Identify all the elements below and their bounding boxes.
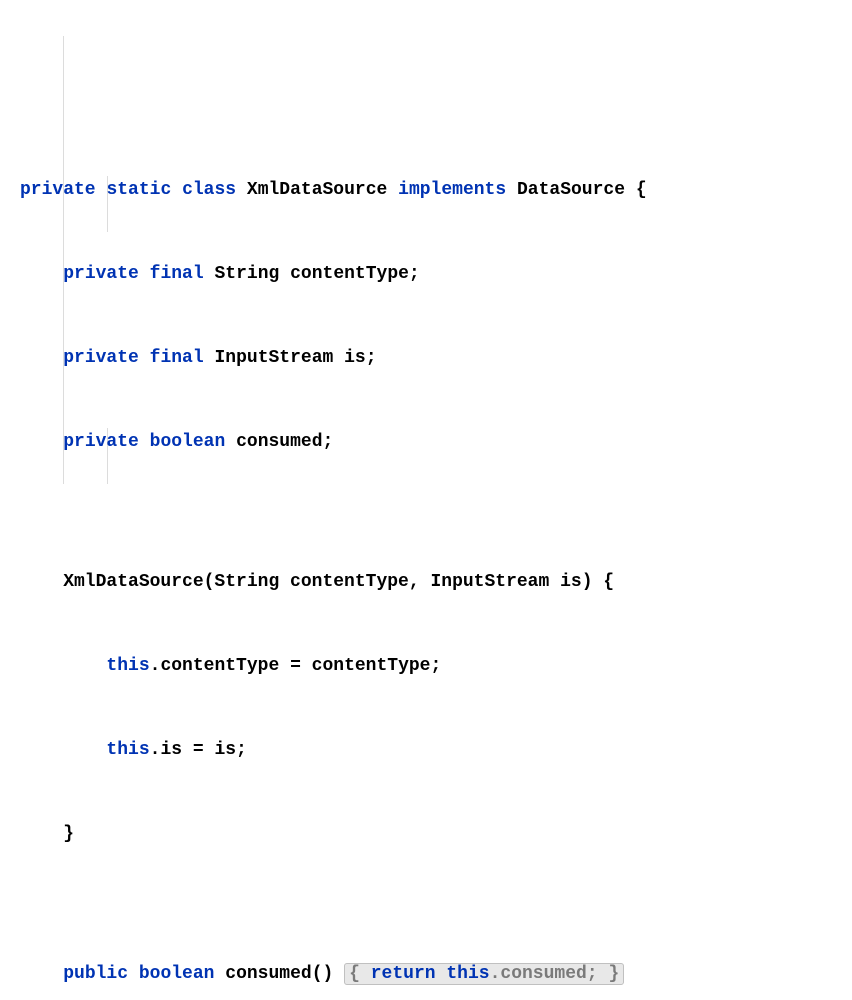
keyword-boolean: boolean	[139, 964, 215, 984]
keyword-public: public	[63, 964, 128, 984]
keyword-static: static	[106, 180, 171, 200]
field-name: is;	[344, 348, 376, 368]
code-line: private final String contentType;	[20, 260, 852, 288]
folded-body[interactable]: { return this.consumed; }	[344, 963, 624, 985]
keyword-private: private	[63, 264, 139, 284]
keyword-class: class	[182, 180, 236, 200]
fold-brace-close: }	[608, 964, 619, 984]
fold-text: .consumed;	[490, 964, 598, 984]
brace-open: {	[636, 180, 647, 200]
keyword-return: return	[371, 964, 436, 984]
keyword-private: private	[20, 180, 96, 200]
type-name: String	[214, 264, 279, 284]
keyword-implements: implements	[398, 180, 506, 200]
code-line: public boolean consumed() { return this.…	[20, 960, 852, 988]
code-line: this.is = is;	[20, 736, 852, 764]
type-name: InputStream	[214, 348, 333, 368]
fold-brace-open: {	[349, 964, 360, 984]
keyword-boolean: boolean	[150, 432, 226, 452]
code-editor[interactable]: private static class XmlDataSource imple…	[0, 0, 852, 1000]
keyword-this: this	[106, 740, 149, 760]
code-line: XmlDataSource(String contentType, InputS…	[20, 568, 852, 596]
field-name: consumed;	[236, 432, 333, 452]
keyword-this: this	[106, 656, 149, 676]
field-name: contentType;	[290, 264, 420, 284]
code-line: this.contentType = contentType;	[20, 652, 852, 680]
class-name: XmlDataSource	[247, 180, 387, 200]
keyword-this: this	[446, 964, 489, 984]
code-line: }	[20, 820, 852, 848]
keyword-private: private	[63, 348, 139, 368]
indent	[20, 656, 106, 676]
interface-name: DataSource	[517, 180, 625, 200]
method-name: consumed()	[225, 964, 333, 984]
code-line: private final InputStream is;	[20, 344, 852, 372]
code-line: private static class XmlDataSource imple…	[20, 176, 852, 204]
indent	[20, 740, 106, 760]
keyword-final: final	[150, 348, 204, 368]
code-text: .contentType = contentType;	[150, 656, 442, 676]
code-text: .is = is;	[150, 740, 247, 760]
code-line: private boolean consumed;	[20, 428, 852, 456]
keyword-final: final	[150, 264, 204, 284]
keyword-private: private	[63, 432, 139, 452]
